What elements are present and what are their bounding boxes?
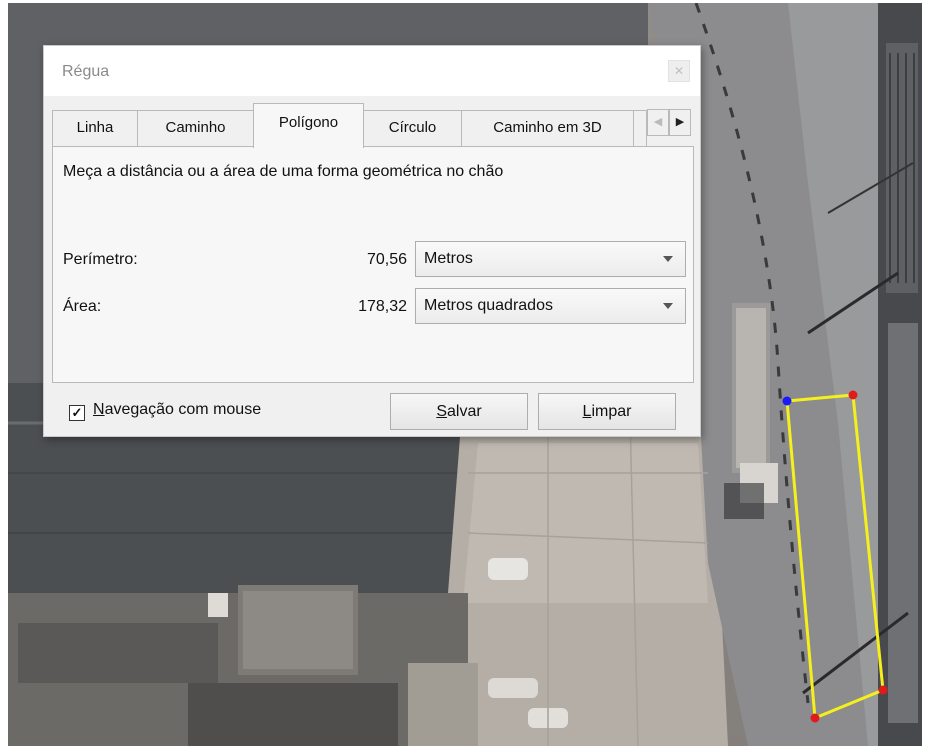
dialog-title: Régua	[62, 63, 110, 80]
mouse-navigation-checkbox[interactable]: ✓ Navegação com mouse	[69, 401, 261, 421]
tab-circulo[interactable]: Círculo	[363, 110, 462, 147]
tab-panel-poligono: Meça a distância ou a área de uma forma …	[52, 146, 694, 383]
tab-scroll-left-button[interactable]: ◀	[647, 109, 669, 136]
polygon-start-vertex[interactable]	[782, 396, 792, 406]
tab-overflow	[633, 110, 647, 147]
clear-button[interactable]: Limpar	[538, 393, 676, 430]
panel-description: Meça a distância ou a área de uma forma …	[63, 163, 504, 180]
tab-scroll-right-button[interactable]: ▶	[669, 109, 691, 136]
tab-poligono[interactable]: Polígono	[253, 103, 364, 148]
polygon-vertex[interactable]	[878, 685, 888, 695]
checkmark-icon[interactable]: ✓	[69, 405, 85, 421]
dialog-titlebar[interactable]: Régua ✕	[44, 46, 700, 96]
mouse-nav-mnemonic: N	[93, 401, 105, 418]
area-unit-value: Metros quadrados	[424, 297, 553, 314]
tab-strip: Linha Caminho Polígono Círculo Caminho e…	[52, 103, 694, 148]
perimeter-unit-value: Metros	[424, 250, 473, 267]
chevron-right-icon: ▶	[675, 116, 685, 128]
save-label: alvar	[446, 403, 482, 420]
polygon-vertex[interactable]	[810, 713, 820, 723]
save-button[interactable]: Salvar	[390, 393, 528, 430]
tab-linha[interactable]: Linha	[52, 110, 138, 147]
save-mnemonic: S	[436, 403, 447, 420]
chevron-left-icon: ◀	[653, 116, 663, 128]
tab-caminho-3d[interactable]: Caminho em 3D	[461, 110, 634, 147]
area-unit-select[interactable]: Metros quadrados	[415, 288, 686, 324]
perimeter-unit-select[interactable]: Metros	[415, 241, 686, 277]
chevron-down-icon	[663, 256, 673, 262]
clear-label: impar	[591, 403, 632, 420]
close-button[interactable]: ✕	[668, 60, 690, 82]
area-label: Área:	[63, 298, 102, 315]
ruler-dialog: Régua ✕ Linha Caminho Polígono Círculo C…	[43, 45, 701, 437]
polygon-vertex[interactable]	[848, 390, 858, 400]
chevron-down-icon	[663, 303, 673, 309]
tab-caminho[interactable]: Caminho	[137, 110, 254, 147]
area-value: 178,32	[358, 298, 407, 315]
mouse-nav-label: avegação com mouse	[104, 401, 262, 418]
close-icon: ✕	[673, 64, 685, 78]
perimeter-label: Perímetro:	[63, 251, 138, 268]
perimeter-value: 70,56	[366, 251, 407, 268]
